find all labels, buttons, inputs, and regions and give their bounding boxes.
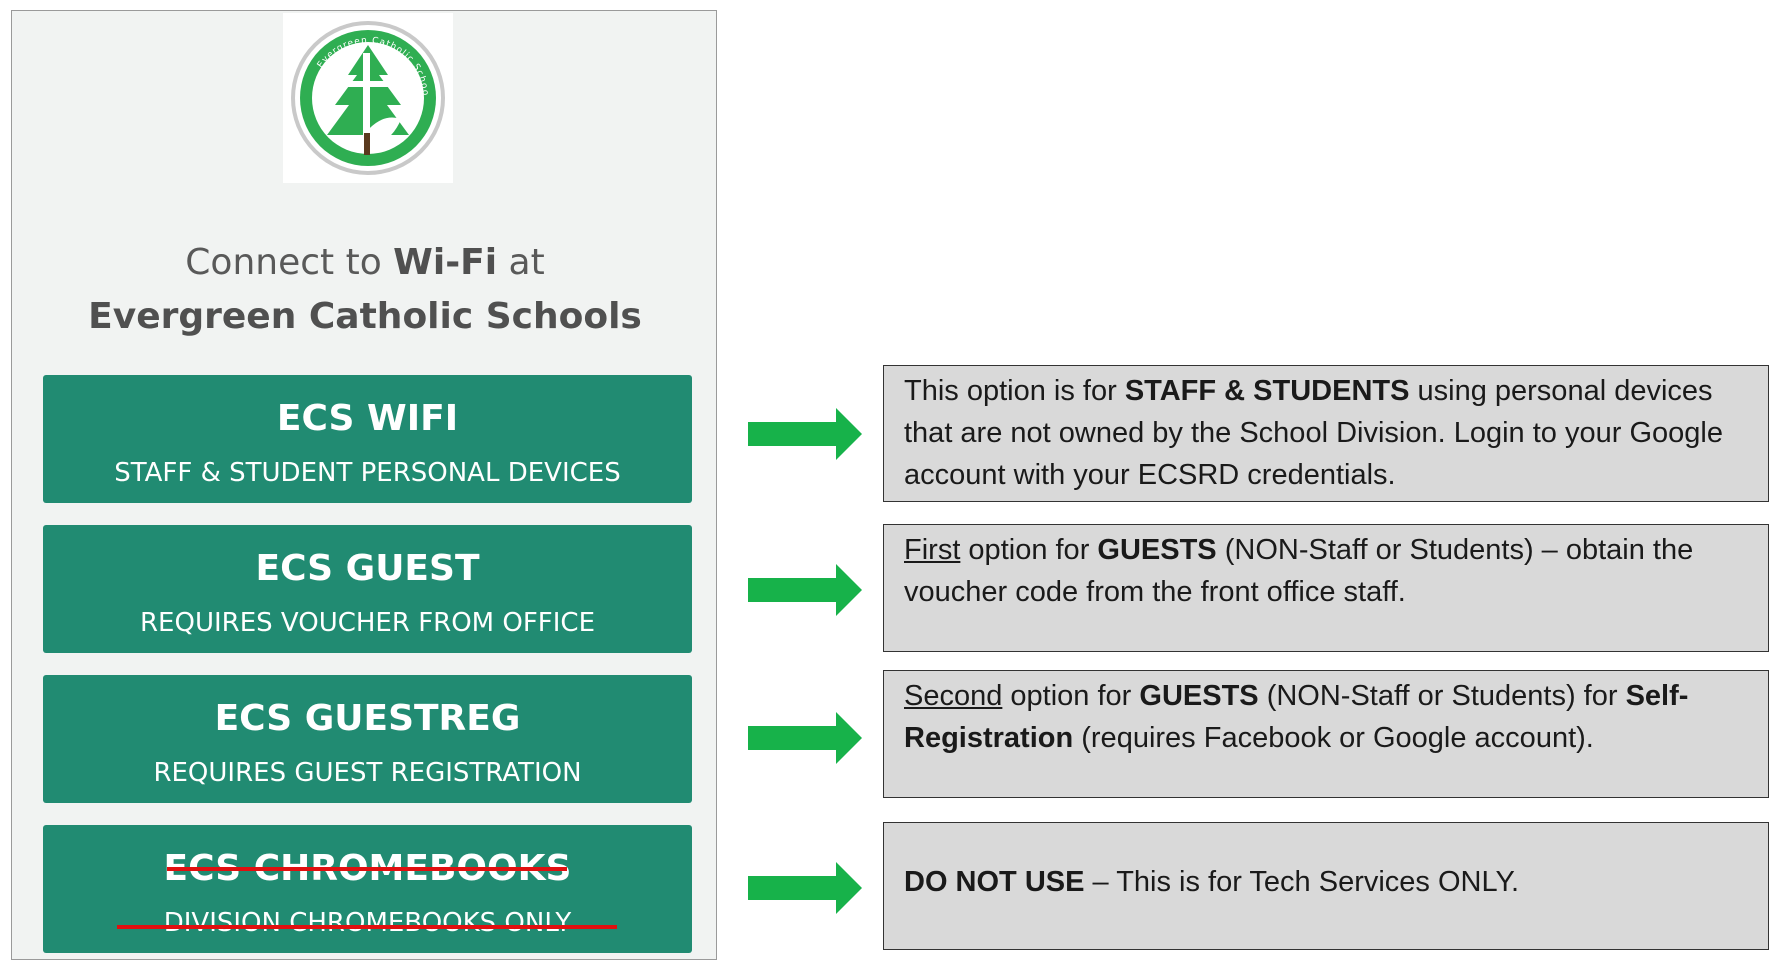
note-ecs-chromebooks: DO NOT USE – This is for Tech Services O… bbox=[883, 822, 1769, 950]
note-ecs-guest: First option for GUESTS (NON-Staff or St… bbox=[883, 524, 1769, 652]
title-school-name: Evergreen Catholic Schools bbox=[88, 296, 642, 337]
ecs-guestreg-button[interactable]: ECS GUESTREG REQUIRES GUEST REGISTRATION bbox=[43, 675, 692, 803]
network-name: ECS WIFI bbox=[276, 398, 459, 439]
wifi-portal-panel: Evergreen Catholic Schools Connect to Wi… bbox=[11, 10, 717, 960]
title-text-pre: Connect to bbox=[185, 242, 394, 283]
strikethrough-line bbox=[117, 925, 617, 929]
note-bold: STAFF & STUDENTS bbox=[1124, 375, 1410, 407]
ecs-wifi-button[interactable]: ECS WIFI STAFF & STUDENT PERSONAL DEVICE… bbox=[43, 375, 692, 503]
title-text-post: at bbox=[497, 242, 545, 283]
note-text: option for bbox=[1002, 680, 1140, 712]
note-underline: Second bbox=[904, 680, 1003, 712]
right-arrow-icon bbox=[748, 862, 862, 914]
ecs-chromebooks-button[interactable]: ECS CHROMEBOOKS DIVISION CHROMEBOOKS ONL… bbox=[43, 825, 692, 953]
network-desc: STAFF & STUDENT PERSONAL DEVICES bbox=[114, 458, 621, 488]
network-name: ECS GUEST bbox=[255, 548, 480, 589]
note-text: (NON-Staff or Students) for bbox=[1258, 680, 1626, 712]
right-arrow-icon bbox=[748, 712, 862, 764]
note-underline: First bbox=[904, 534, 961, 566]
note-ecs-wifi: This option is for STAFF & STUDENTS usin… bbox=[883, 365, 1769, 502]
right-arrow-icon bbox=[748, 564, 862, 616]
note-text: option for bbox=[960, 534, 1098, 566]
network-desc: REQUIRES GUEST REGISTRATION bbox=[153, 758, 582, 788]
network-desc: REQUIRES VOUCHER FROM OFFICE bbox=[139, 608, 595, 638]
network-desc: DIVISION CHROMEBOOKS ONLY bbox=[163, 908, 572, 938]
note-text: – This is for Tech Services ONLY. bbox=[1084, 866, 1520, 898]
title-wifi: Wi-Fi bbox=[393, 242, 498, 283]
right-arrow-icon bbox=[748, 408, 862, 460]
page-title: Connect to Wi-Fi at Evergreen Catholic S… bbox=[12, 236, 716, 344]
note-text: This option is for bbox=[904, 375, 1125, 407]
note-bold: GUESTS bbox=[1139, 680, 1259, 712]
network-name: ECS GUESTREG bbox=[214, 698, 521, 739]
note-ecs-guestreg: Second option for GUESTS (NON-Staff or S… bbox=[883, 670, 1769, 798]
note-text: (requires Facebook or Google account). bbox=[1073, 722, 1594, 754]
ecs-guest-button[interactable]: ECS GUEST REQUIRES VOUCHER FROM OFFICE bbox=[43, 525, 692, 653]
strikethrough-line bbox=[167, 867, 567, 871]
note-bold: DO NOT USE bbox=[904, 866, 1085, 898]
tree-cross-logo-icon: Evergreen Catholic Schools bbox=[283, 13, 445, 175]
school-logo: Evergreen Catholic Schools bbox=[283, 13, 453, 183]
note-bold: GUESTS bbox=[1097, 534, 1217, 566]
